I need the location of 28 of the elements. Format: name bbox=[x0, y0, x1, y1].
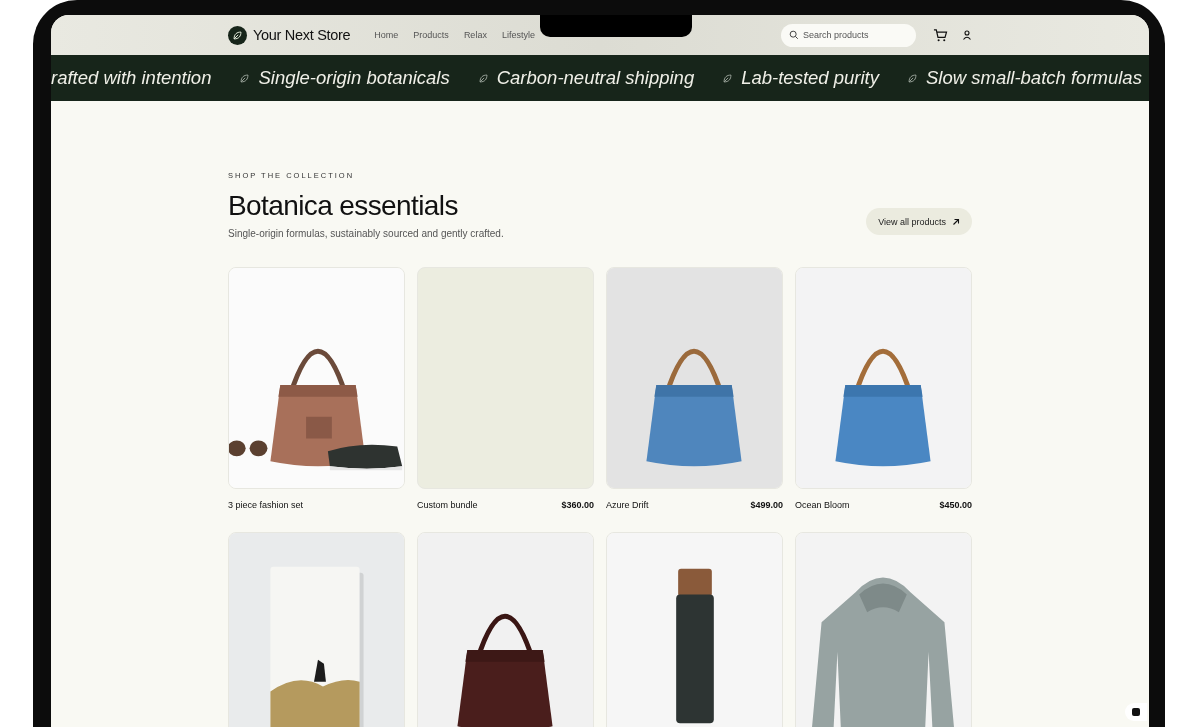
leaf-icon bbox=[232, 29, 243, 41]
announcement-text: rafted with intention bbox=[51, 67, 212, 89]
store-name[interactable]: Your Next Store bbox=[253, 27, 351, 43]
announcement-text: Lab-tested purity bbox=[741, 67, 879, 89]
nav-link[interactable]: Products bbox=[413, 30, 449, 40]
product-name[interactable]: Azure Drift bbox=[606, 500, 649, 510]
widget-button[interactable] bbox=[1125, 703, 1147, 721]
search-icon bbox=[789, 30, 799, 40]
announcement-text: Carbon-neutral shipping bbox=[496, 67, 695, 89]
product-name[interactable]: Ocean Bloom bbox=[795, 500, 850, 510]
nav-link[interactable]: Home bbox=[374, 30, 399, 40]
section-title: Botanica essentials bbox=[228, 190, 459, 222]
announcement-text: Slow small-batch formulas bbox=[926, 67, 1142, 89]
cart-icon[interactable] bbox=[933, 27, 948, 43]
announcement-text: Single-origin botanicals bbox=[258, 67, 450, 89]
arrow-icon bbox=[952, 217, 960, 226]
user-icon[interactable] bbox=[962, 30, 972, 40]
logo-icon[interactable] bbox=[228, 25, 247, 45]
section-subtitle: Single-origin formulas, sustainably sourced and gently crafted. bbox=[228, 228, 504, 239]
search-field[interactable]: Search products bbox=[781, 23, 916, 47]
product-name[interactable]: 3 piece fashion set bbox=[228, 500, 304, 510]
product-price: $499.00 bbox=[750, 500, 783, 510]
product-name[interactable]: Custom bundle bbox=[417, 500, 478, 510]
nav-link[interactable]: Relax bbox=[463, 30, 487, 40]
product-price: $450.00 bbox=[939, 500, 972, 510]
nav-link[interactable]: Lifestyle bbox=[501, 30, 535, 40]
view-all-button[interactable]: View all products bbox=[866, 208, 972, 235]
product-price: $360.00 bbox=[561, 500, 594, 510]
